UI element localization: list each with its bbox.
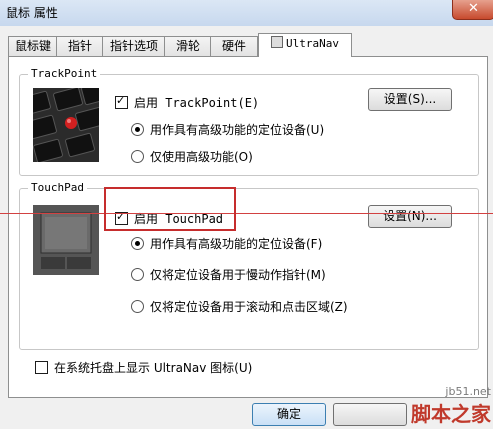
dialog-body: 鼠标键 指针 指针选项 滑轮 硬件 UltraNav TrackPoint ✓启… [0, 26, 493, 429]
tab-ultranav[interactable]: UltraNav [258, 33, 352, 57]
radio-unselected-icon [131, 300, 144, 313]
tab-pointers[interactable]: 指针 [56, 36, 104, 56]
trackpoint-keyboard-image [33, 88, 99, 162]
close-icon: ✕ [468, 1, 479, 16]
tab-hardware[interactable]: 硬件 [210, 36, 258, 56]
tab-wheel[interactable]: 滑轮 [164, 36, 212, 56]
trackpoint-image [33, 88, 99, 162]
touchpad-hardware-image [33, 205, 99, 275]
ok-button[interactable]: 确定 [252, 403, 326, 426]
touchpad-radio-pointer-only[interactable]: 仅将定位设备用于慢动作指针(M) [131, 266, 326, 283]
checkbox-unchecked-icon [35, 361, 48, 374]
radio-unselected-icon [131, 268, 144, 281]
highlight-box [104, 187, 236, 231]
window-title: 鼠标 属性 [6, 6, 58, 20]
touchpad-radio-advanced[interactable]: 用作具有高级功能的定位设备(F) [131, 235, 322, 252]
tab-buttons[interactable]: 鼠标键 [8, 36, 58, 56]
highlight-guide-line [0, 213, 493, 214]
radio-selected-icon [131, 237, 144, 250]
trackpoint-settings-button[interactable]: 设置(S)... [368, 88, 452, 111]
radio-unselected-icon [131, 150, 144, 163]
touchpad-settings-button[interactable]: 设置(N)... [368, 205, 452, 228]
close-button[interactable]: ✕ [452, 0, 493, 20]
title-bar: 鼠标 属性 ✕ [0, 0, 493, 27]
trackpoint-radio-basic[interactable]: 仅使用高级功能(O) [131, 148, 253, 165]
systray-icon-checkbox[interactable]: 在系统托盘上显示 UltraNav 图标(U) [35, 359, 252, 376]
trackpoint-enable-checkbox[interactable]: 启用 TrackPoint(E) [115, 94, 259, 111]
touchpad-group-title: TouchPad [28, 181, 87, 194]
touchpad-radio-scroll-click[interactable]: 仅将定位设备用于滚动和点击区域(Z) [131, 298, 348, 315]
radio-selected-icon [131, 123, 144, 136]
tab-pointer-options[interactable]: 指针选项 [102, 36, 166, 56]
checkbox-checked-icon [115, 94, 128, 109]
trackpoint-group-title: TrackPoint [28, 67, 101, 80]
watermark: jb51.net 脚本之家 [411, 385, 491, 427]
tab-panel: TrackPoint 启用 TrackPoint(E) [8, 56, 488, 398]
touchpad-image [33, 205, 99, 275]
watermark-url: jb51.net [445, 385, 491, 398]
trackpoint-group: TrackPoint 启用 TrackPoint(E) [19, 67, 479, 176]
trackpoint-radio-advanced[interactable]: 用作具有高级功能的定位设备(U) [131, 121, 324, 138]
ultranav-icon [271, 36, 283, 48]
watermark-brand: 脚本之家 [411, 402, 491, 426]
cancel-button[interactable] [333, 403, 407, 426]
